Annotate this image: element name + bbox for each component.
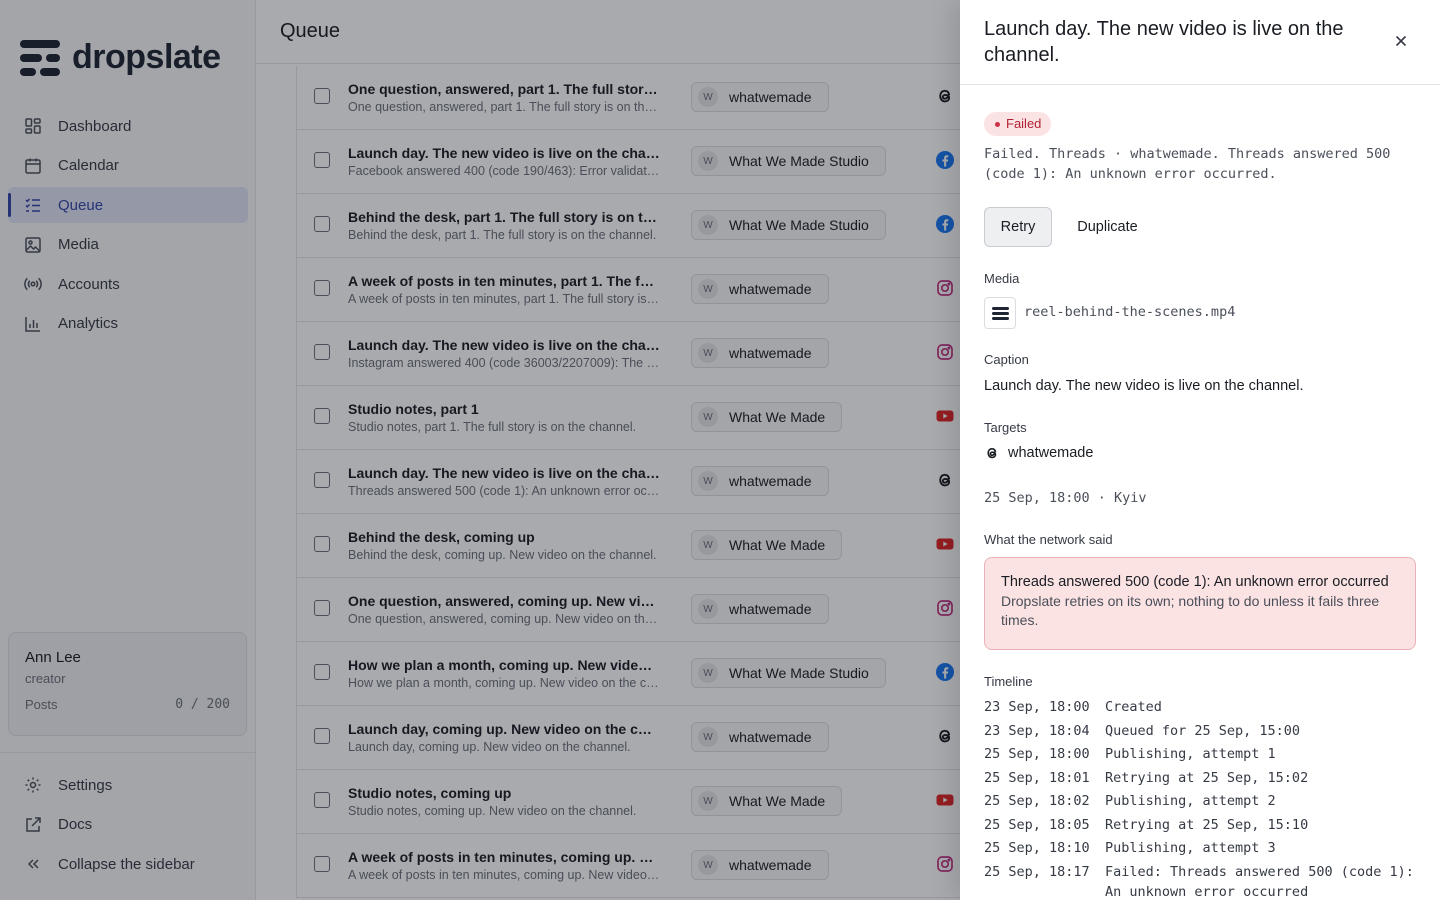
modal-backdrop[interactable] bbox=[0, 0, 960, 900]
timeline-event: Created bbox=[1105, 699, 1162, 715]
close-icon bbox=[1395, 35, 1407, 47]
timeline-time: 23 Sep, 18:04 bbox=[984, 722, 1090, 739]
drawer-title: Launch day. The new video is live on the… bbox=[984, 18, 1344, 66]
duplicate-button[interactable]: Duplicate bbox=[1064, 207, 1151, 247]
timeline-event: Publishing, attempt 3 bbox=[1105, 840, 1276, 856]
timeline-event: Retrying at 25 Sep, 15:02 bbox=[1105, 769, 1309, 786]
timeline-entry: 25 Sep, 18:10 Publishing, attempt 3 bbox=[984, 838, 1416, 858]
targets-label: Targets bbox=[984, 420, 1027, 435]
timeline: 23 Sep, 18:00 Created 23 Sep, 18:04 Queued … bbox=[984, 697, 1416, 900]
timeline-entry: 25 Sep, 18:00 Publishing, attempt 1 bbox=[984, 744, 1416, 764]
target-account-name: whatwemade bbox=[1008, 445, 1094, 461]
network-response-label: What the network said bbox=[984, 532, 1113, 547]
timeline-time: 25 Sep, 18:05 bbox=[984, 816, 1090, 833]
post-detail-drawer: Launch day. The new video is live on the… bbox=[960, 0, 1440, 900]
timeline-time: 25 Sep, 18:00 bbox=[984, 746, 1090, 762]
timeline-event: Failed: Threads answered 500 (code 1): A… bbox=[1105, 863, 1414, 900]
timeline-event: Publishing, attempt 1 bbox=[1105, 746, 1276, 762]
network-error-title: Threads answered 500 (code 1): An unknow… bbox=[1001, 574, 1389, 590]
timeline-time: 25 Sep, 18:10 bbox=[984, 840, 1090, 856]
media-filename: reel-behind-the-scenes.mp4 bbox=[1024, 304, 1236, 320]
media-label: Media bbox=[984, 271, 1020, 286]
caption-label: Caption bbox=[984, 352, 1029, 367]
schedule-time: 25 Sep, 18:00 · Kyiv bbox=[984, 490, 1147, 506]
drawer-header: Launch day. The new video is live on the… bbox=[960, 0, 1440, 85]
timeline-entry: 25 Sep, 18:05 Retrying at 25 Sep, 15:10 bbox=[984, 815, 1416, 835]
target-account: whatwemade bbox=[984, 445, 1093, 461]
status-badge: Failed bbox=[984, 112, 1052, 136]
threads-icon bbox=[987, 447, 997, 459]
retry-button[interactable]: Retry bbox=[984, 207, 1052, 247]
media-thumbnail-icon[interactable] bbox=[984, 297, 1016, 329]
timeline-label: Timeline bbox=[984, 674, 1033, 689]
timeline-time: 23 Sep, 18:00 bbox=[984, 699, 1090, 715]
timeline-event: Publishing, attempt 2 bbox=[1105, 793, 1276, 809]
timeline-entry: 23 Sep, 18:04 Queued for 25 Sep, 15:00 bbox=[984, 721, 1416, 741]
timeline-entry: 25 Sep, 18:02 Publishing, attempt 2 bbox=[984, 791, 1416, 811]
timeline-entry: 23 Sep, 18:00 Created bbox=[984, 697, 1416, 717]
close-button[interactable] bbox=[1390, 30, 1412, 52]
timeline-event: Queued for 25 Sep, 15:00 bbox=[1105, 722, 1301, 739]
timeline-time: 25 Sep, 18:01 bbox=[984, 769, 1090, 786]
timeline-time: 25 Sep, 18:17 bbox=[984, 863, 1090, 880]
timeline-event: Retrying at 25 Sep, 15:10 bbox=[1105, 816, 1309, 833]
timeline-entry: 25 Sep, 18:17 Failed: Threads answered 50… bbox=[984, 862, 1416, 900]
timeline-entry: 25 Sep, 18:01 Retrying at 25 Sep, 15:02 bbox=[984, 768, 1416, 788]
network-error-alert: Threads answered 500 (code 1): An unknow… bbox=[984, 557, 1416, 650]
timeline-time: 25 Sep, 18:02 bbox=[984, 793, 1090, 809]
status-text: Failed. Threads · whatwemade. Threads an… bbox=[984, 146, 1391, 182]
caption-text: Launch day. The new video is live on the… bbox=[984, 378, 1304, 394]
network-error-body: Dropslate retries on its own; nothing to… bbox=[1001, 593, 1380, 628]
